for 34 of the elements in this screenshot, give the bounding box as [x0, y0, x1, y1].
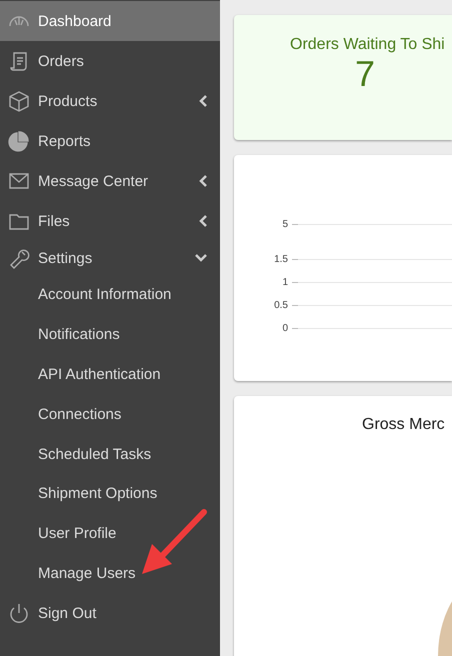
- sidebar-item[interactable]: Products: [0, 81, 220, 121]
- axis-label: 0.5: [273, 300, 289, 310]
- submenu-item[interactable]: API Authentication: [0, 354, 220, 394]
- sidebar-item[interactable]: Files: [0, 201, 220, 241]
- submenu-item[interactable]: Shipment Options: [0, 474, 220, 514]
- sidebar-item[interactable]: Orders: [0, 41, 220, 81]
- envelope-icon: [8, 173, 30, 189]
- folder-icon: [8, 212, 30, 230]
- sidebar-item[interactable]: Reports: [0, 121, 220, 161]
- axis-label: 1.5: [273, 254, 289, 264]
- axis-label: 1: [281, 276, 289, 288]
- caret-icon: [194, 253, 208, 263]
- axis-label: 5: [281, 218, 289, 230]
- submenu-item[interactable]: Scheduled Tasks: [0, 434, 220, 474]
- submenu-item[interactable]: User Profile: [0, 514, 220, 554]
- order-count: 7: [354, 54, 376, 94]
- caret-icon: [198, 214, 208, 228]
- caret-icon: [198, 94, 208, 108]
- card-title: Orders Waiting To Shi: [289, 35, 446, 54]
- submenu-item[interactable]: Manage Users: [0, 554, 220, 594]
- pie-icon: [8, 130, 30, 152]
- card-title: Gross Merc: [361, 415, 446, 434]
- gauge-icon: [8, 15, 30, 27]
- sidebar-item[interactable]: Settings: [0, 241, 220, 275]
- box-icon: [8, 90, 30, 112]
- sidebar-item[interactable]: Message Center: [0, 161, 220, 201]
- sidebar-item[interactable]: Sign Out: [0, 593, 220, 634]
- submenu-item[interactable]: Account Information: [0, 275, 220, 315]
- submenu-item[interactable]: Connections: [0, 394, 220, 434]
- sidebar-item[interactable]: Dashboard: [0, 1, 220, 41]
- axis-label: 0: [281, 322, 289, 334]
- caret-icon: [198, 174, 208, 188]
- submenu-item[interactable]: Notifications: [0, 314, 220, 355]
- power-icon: [8, 602, 30, 624]
